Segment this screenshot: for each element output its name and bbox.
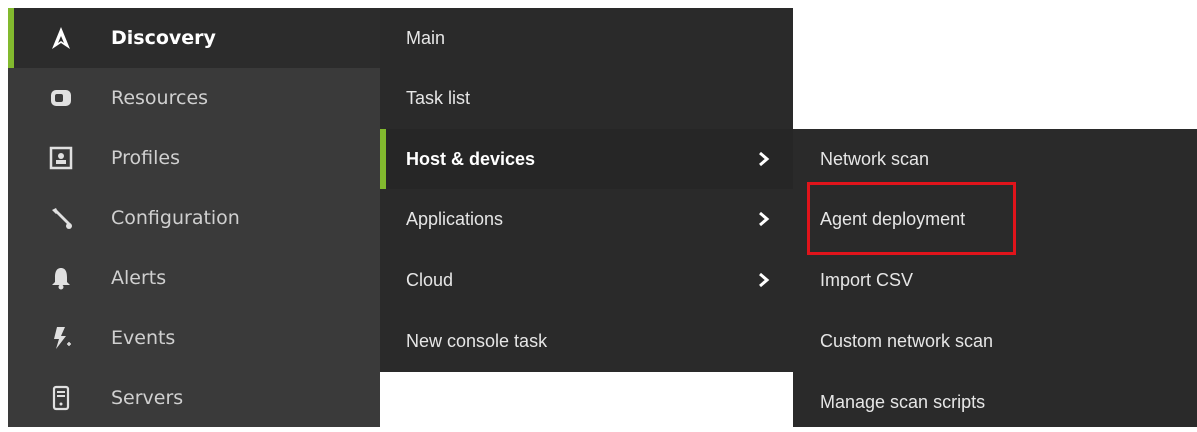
sidebar-item-label: Configuration	[111, 207, 240, 229]
submenu-item-new-console-task[interactable]: New console task	[380, 311, 793, 371]
sidebar-item-resources[interactable]: Resources	[8, 68, 380, 128]
flyout-item-label: Import CSV	[820, 269, 914, 290]
resources-icon	[48, 85, 74, 111]
submenu-item-task-list[interactable]: Task list	[380, 68, 793, 128]
sidebar-item-label: Events	[111, 327, 176, 349]
sidebar-item-label: Discovery	[111, 27, 216, 49]
discovery-submenu: Main Task list Host & devices Applicatio…	[380, 8, 793, 372]
flyout-item-import-csv[interactable]: Import CSV	[793, 250, 1197, 310]
submenu-item-label: Main	[406, 27, 446, 48]
flyout-item-label: Custom network scan	[820, 330, 994, 351]
submenu-item-host-devices[interactable]: Host & devices	[380, 129, 793, 189]
sidebar-item-label: Alerts	[111, 267, 167, 289]
sidebar-item-label: Servers	[111, 387, 184, 409]
submenu-item-label: Task list	[406, 87, 471, 108]
sidebar-item-servers[interactable]: Servers	[8, 368, 380, 428]
flyout-item-label: Network scan	[820, 148, 930, 169]
server-icon	[48, 385, 74, 411]
bell-icon	[48, 265, 74, 291]
sidebar-item-events[interactable]: Events	[8, 308, 380, 368]
submenu-item-main[interactable]: Main	[380, 8, 793, 68]
sidebar-item-configuration[interactable]: Configuration	[8, 188, 380, 248]
chevron-right-icon	[757, 270, 771, 290]
host-devices-flyout: Network scan Agent deployment Import CSV…	[793, 129, 1197, 427]
submenu-item-cloud[interactable]: Cloud	[380, 250, 793, 310]
main-sidebar: Discovery Resources Profiles Configurati…	[8, 8, 380, 427]
sidebar-item-profiles[interactable]: Profiles	[8, 128, 380, 188]
sidebar-item-discovery[interactable]: Discovery	[8, 8, 380, 68]
submenu-item-label: New console task	[406, 330, 548, 351]
flyout-item-manage-scan-scripts[interactable]: Manage scan scripts	[793, 372, 1197, 432]
flyout-item-agent-deployment[interactable]: Agent deployment	[793, 189, 1197, 249]
sidebar-item-alerts[interactable]: Alerts	[8, 248, 380, 308]
submenu-item-applications[interactable]: Applications	[380, 189, 793, 249]
discovery-logo-icon	[48, 25, 74, 51]
profile-card-icon	[48, 145, 74, 171]
flyout-item-label: Manage scan scripts	[820, 391, 986, 412]
sidebar-item-label: Profiles	[111, 147, 180, 169]
sidebar-item-label: Resources	[111, 87, 209, 109]
flyout-item-custom-network-scan[interactable]: Custom network scan	[793, 311, 1197, 371]
lightning-icon	[48, 325, 74, 351]
chevron-right-icon	[757, 149, 771, 169]
submenu-item-label: Applications	[406, 208, 504, 229]
submenu-item-label: Cloud	[406, 269, 454, 290]
flyout-item-network-scan[interactable]: Network scan	[793, 129, 1197, 189]
submenu-item-label: Host & devices	[406, 148, 536, 169]
chevron-right-icon	[757, 209, 771, 229]
flyout-item-label: Agent deployment	[820, 208, 966, 229]
wrench-icon	[48, 205, 74, 231]
